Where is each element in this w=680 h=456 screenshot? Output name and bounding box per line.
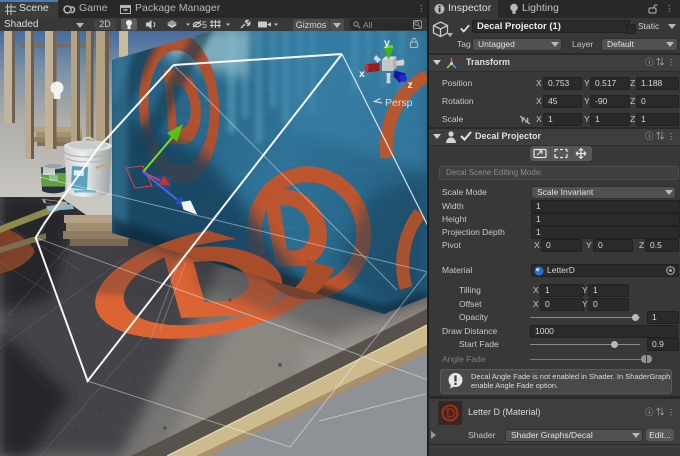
svg-text:Persp: Persp	[385, 97, 413, 109]
svg-text:x: x	[359, 68, 365, 80]
svg-text:y: y	[384, 37, 390, 49]
svg-text:5: 5	[202, 20, 207, 30]
svg-text:z: z	[408, 79, 413, 91]
